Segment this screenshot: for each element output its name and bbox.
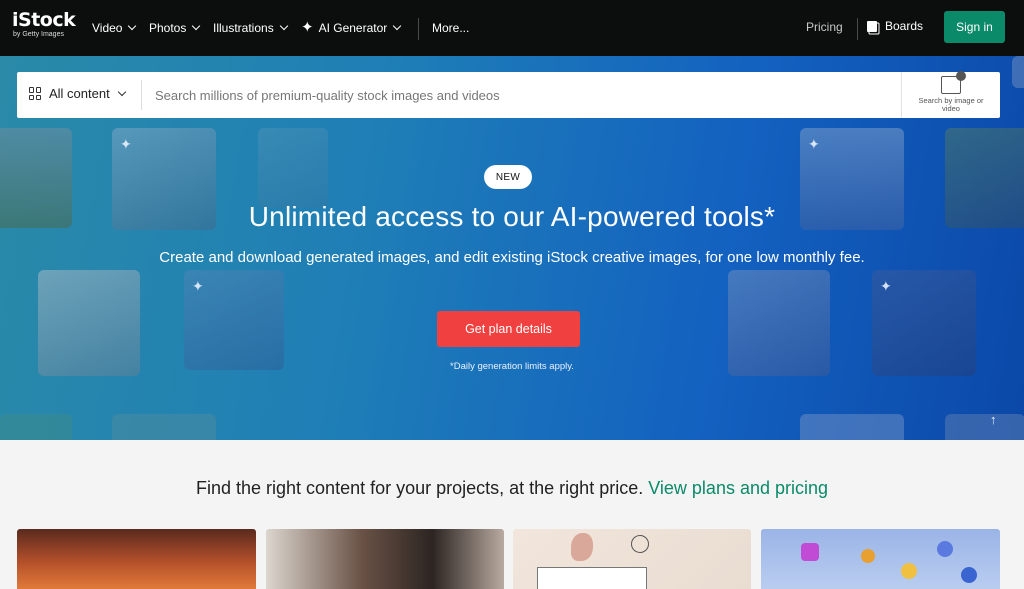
search-by-image-button[interactable]: Search by image or video	[913, 71, 989, 116]
grid-icon	[29, 87, 42, 100]
nav-more[interactable]: More...	[432, 18, 469, 38]
nav-illustrations[interactable]: Illustrations	[213, 18, 288, 38]
pricing-promo: Find the right content for your projects…	[0, 478, 1024, 499]
coin-icon	[861, 549, 875, 563]
nav-ai-generator-label: AI Generator	[318, 21, 388, 35]
get-plan-details-button[interactable]: Get plan details	[437, 311, 580, 347]
pricing-link[interactable]: Pricing	[806, 20, 843, 34]
pricing-promo-text: Find the right content for your projects…	[195, 478, 644, 498]
image-search-icon	[941, 71, 966, 94]
coin-icon	[901, 563, 917, 579]
sign-in-button[interactable]: Sign in	[944, 11, 1005, 43]
boards-icon	[867, 20, 877, 32]
content-type-dropdown[interactable]: All content	[29, 86, 126, 101]
background-image-tile	[800, 414, 904, 440]
decorative-shape	[801, 543, 819, 561]
nav-divider	[418, 18, 419, 40]
clock-icon	[631, 535, 649, 553]
nav-ai-generator[interactable]: ✦ AI Generator	[301, 18, 402, 38]
search-input[interactable]	[155, 72, 895, 118]
search-bar: All content Search by image or video	[17, 71, 1000, 118]
hero-footnote: *Daily generation limits apply.	[450, 361, 574, 372]
search-divider	[901, 72, 902, 118]
laptop-illustration	[537, 567, 647, 589]
arrow-up-icon: ↑	[990, 412, 997, 427]
background-image-tile	[945, 414, 1024, 440]
search-divider	[141, 80, 142, 110]
hero-title: Unlimited access to our AI-powered tools…	[248, 201, 776, 232]
coin-icon	[961, 567, 977, 583]
chevron-down-icon	[393, 21, 402, 31]
content-card[interactable]	[17, 529, 256, 589]
decorative-shape	[571, 533, 593, 561]
nav-photos[interactable]: Photos	[149, 18, 201, 38]
nav-photos-label: Photos	[149, 21, 187, 35]
coin-icon	[937, 541, 953, 557]
chevron-down-icon	[279, 21, 288, 31]
nav-video-label: Video	[92, 21, 123, 35]
nav-illustrations-label: Illustrations	[213, 21, 274, 35]
search-by-image-label: Search by image or video	[918, 96, 984, 113]
content-card[interactable]	[761, 529, 1000, 589]
sparkle-icon: ✦	[192, 278, 204, 294]
hero-banner: ✦ ✦ ✦ ✦ All content Search by image or v…	[0, 56, 1024, 440]
background-image-tile	[258, 128, 328, 208]
boards-label: Boards	[885, 19, 924, 33]
istock-logo[interactable]: iStock by Getty Images	[12, 10, 76, 42]
logo-wordmark: iStock	[12, 9, 76, 31]
sparkle-icon: ✦	[120, 136, 132, 152]
sparkle-icon: ✦	[301, 19, 314, 36]
content-card[interactable]	[266, 529, 504, 589]
background-image-tile	[1012, 56, 1024, 88]
chevron-down-icon	[117, 87, 126, 96]
chevron-down-icon	[128, 21, 137, 31]
sparkle-icon: ✦	[808, 136, 820, 152]
content-card[interactable]	[513, 529, 751, 589]
top-navigation: iStock by Getty Images Video Photos Illu…	[0, 0, 1024, 56]
chevron-down-icon	[192, 21, 201, 31]
sparkle-icon: ✦	[880, 278, 892, 294]
logo-tagline: by Getty Images	[13, 31, 64, 38]
background-image-tile	[112, 414, 216, 440]
boards-link[interactable]: Boards	[867, 19, 923, 33]
nav-divider	[857, 18, 858, 40]
nav-video[interactable]: Video	[92, 18, 137, 38]
new-badge: NEW	[484, 165, 532, 189]
view-plans-link[interactable]: View plans and pricing	[648, 478, 828, 498]
content-type-label: All content	[49, 86, 110, 101]
background-image-tile	[0, 414, 72, 440]
hero-subtitle: Create and download generated images, an…	[159, 249, 865, 266]
